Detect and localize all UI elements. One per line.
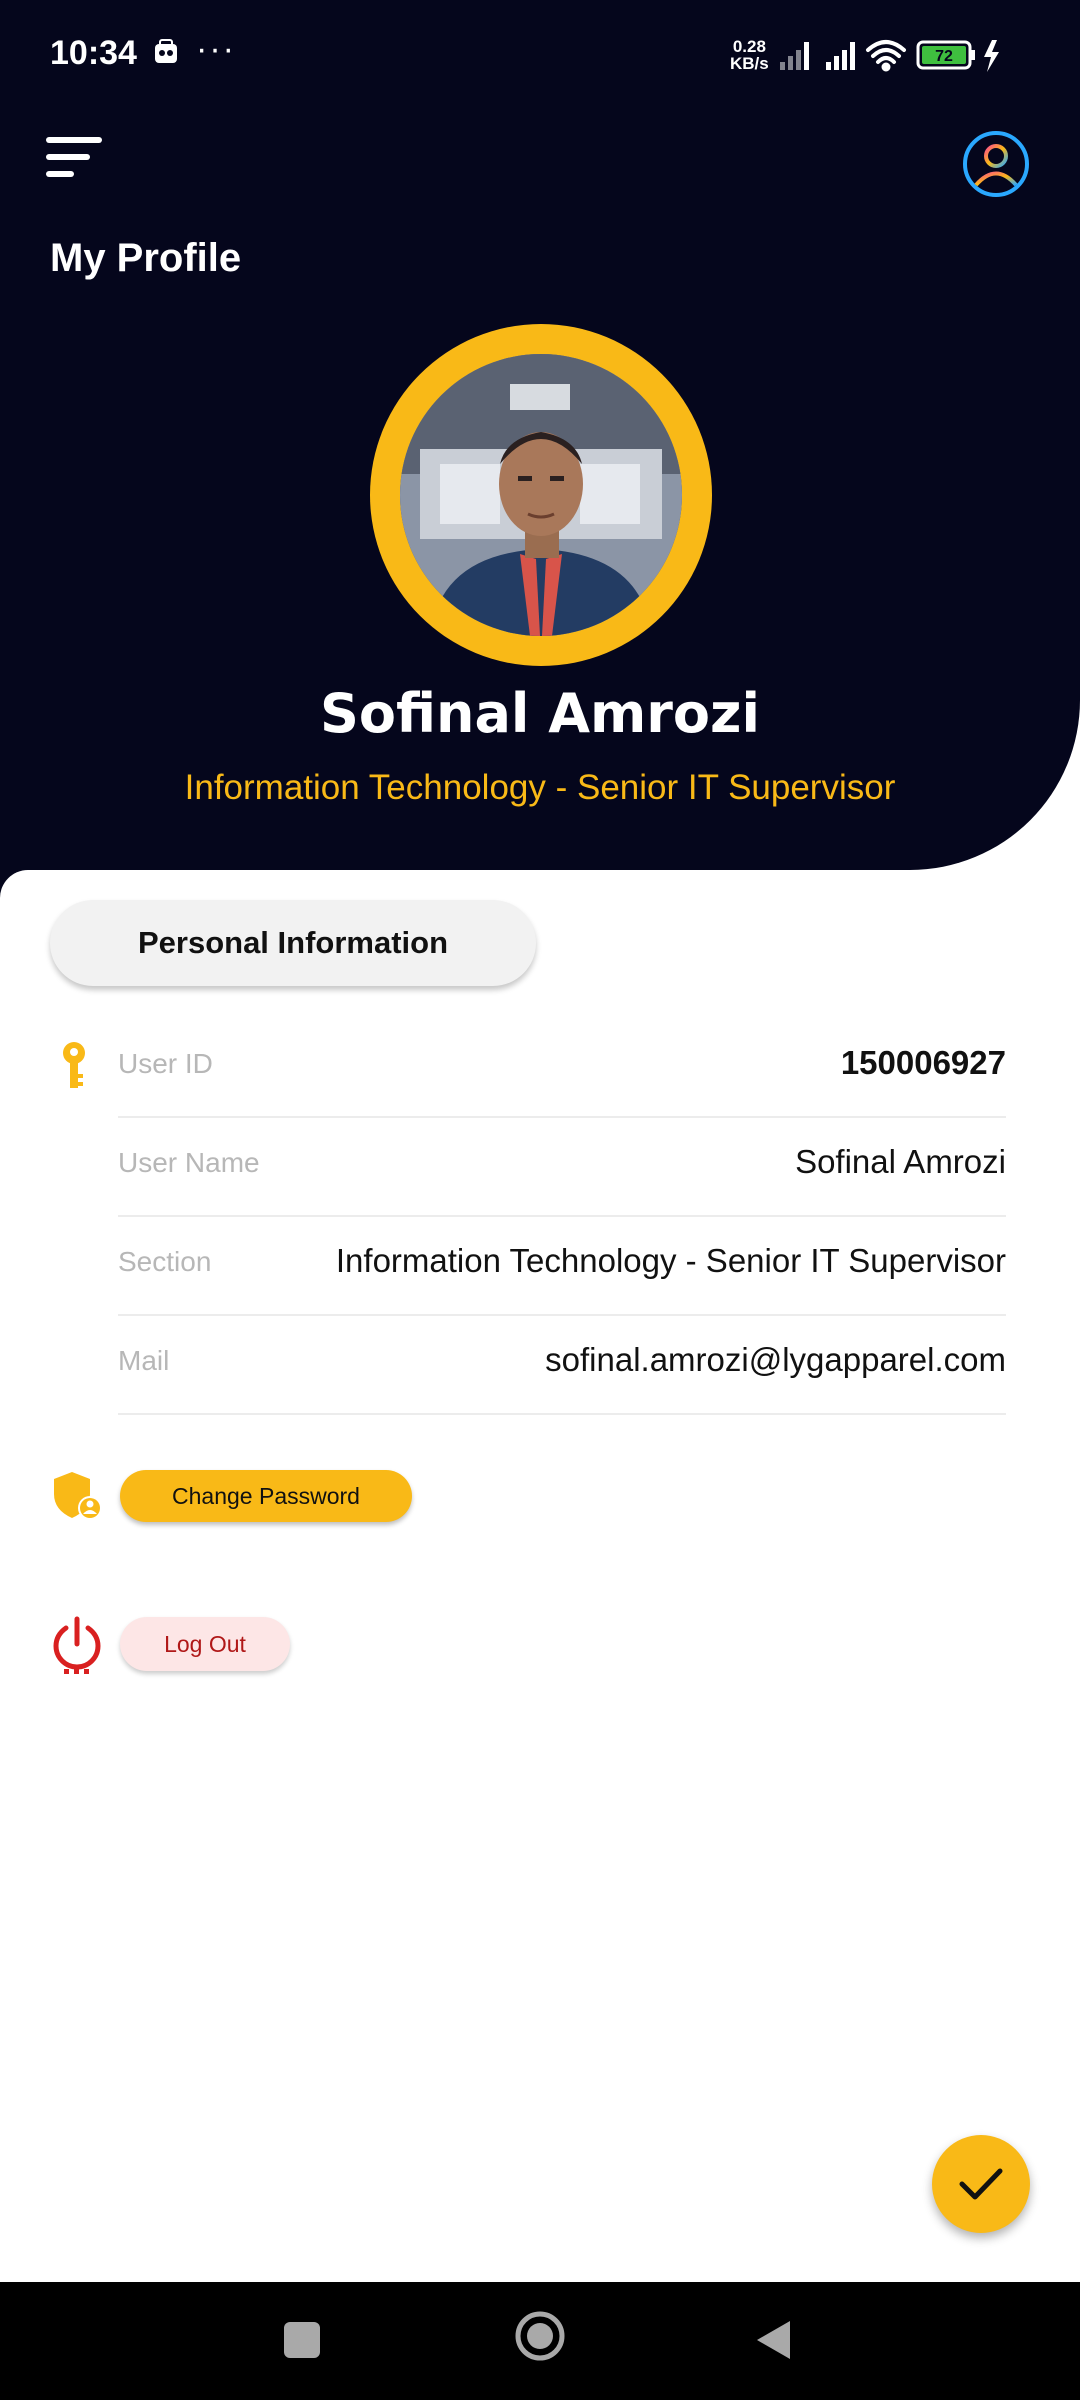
info-row-mail: Mail sofinal.amrozi@lygapparel.com (118, 1315, 1006, 1415)
battery-level: 72 (935, 48, 953, 65)
page-title: My Profile (50, 236, 242, 280)
account-circle-icon[interactable] (962, 130, 1030, 198)
status-icons: 72 (780, 40, 999, 72)
info-row-user-name: User Name Sofinal Amrozi (118, 1117, 1006, 1217)
info-row-section: Section Information Technology - Senior … (118, 1216, 1006, 1316)
info-row-user-id: User ID 150006927 (118, 1018, 1006, 1118)
user-name-value: Sofinal Amrozi (795, 1143, 1006, 1180)
status-time: 10:34 (50, 34, 137, 72)
confirm-fab-button[interactable] (932, 2135, 1030, 2233)
system-nav-bar (0, 2282, 1080, 2400)
home-button[interactable] (514, 2310, 566, 2362)
network-speed-unit: KB/s (730, 54, 769, 73)
wifi-icon (866, 40, 906, 72)
menu-icon[interactable] (44, 134, 106, 180)
shield-user-icon (54, 1472, 102, 1520)
logout-button[interactable]: Log Out (120, 1617, 290, 1671)
notification-app-icon (155, 39, 177, 63)
profile-role: Information Technology - Senior IT Super… (184, 768, 896, 807)
signal-icon-1 (780, 42, 809, 70)
avatar[interactable] (400, 354, 682, 636)
user-id-label: User ID (118, 1048, 213, 1079)
avatar-ring (370, 324, 712, 666)
signal-icon-2 (826, 42, 855, 70)
section-value: Information Technology - Senior IT Super… (335, 1242, 1006, 1279)
mail-value: sofinal.amrozi@lygapparel.com (545, 1341, 1006, 1378)
more-notifications-icon: ··· (196, 30, 236, 68)
key-icon (63, 1042, 85, 1088)
user-id-value: 150006927 (840, 1044, 1006, 1081)
profile-name: Sofinal Amrozi (320, 682, 760, 745)
avatar-photo (400, 354, 682, 636)
tab-personal-information[interactable]: Personal Information (50, 900, 536, 986)
back-button[interactable] (754, 2318, 794, 2362)
network-speed-value: 0.28 (732, 37, 766, 56)
status-bar: 10:34 ··· 0.28 KB/s 72 (0, 0, 1080, 110)
charging-icon (984, 40, 999, 72)
recents-button[interactable] (284, 2322, 320, 2358)
section-label: Section (118, 1246, 212, 1277)
power-icon (53, 1616, 101, 1674)
check-icon (959, 2168, 1003, 2200)
change-password-button[interactable]: Change Password (120, 1470, 412, 1522)
network-speed: 0.28 KB/s (730, 38, 769, 72)
mail-label: Mail (118, 1345, 170, 1376)
user-name-label: User Name (118, 1147, 260, 1178)
